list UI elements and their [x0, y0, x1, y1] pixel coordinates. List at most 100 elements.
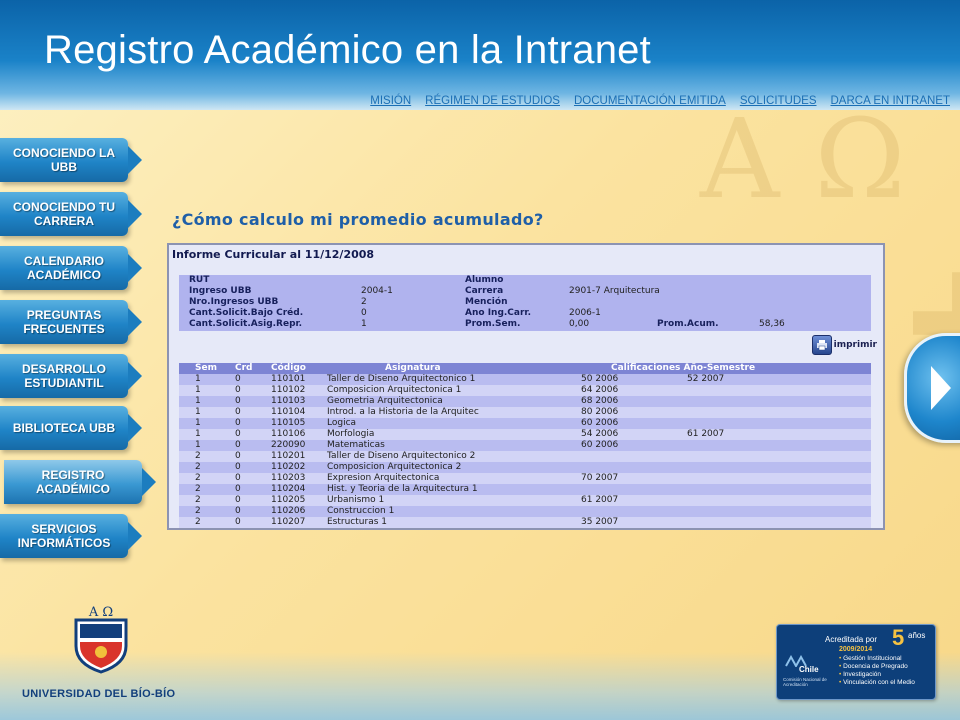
accreditation-chile: Chile: [799, 665, 819, 674]
report-title: Informe Curricular al 11/12/2008: [172, 248, 375, 261]
cell-codigo: 110203: [271, 473, 306, 483]
sidebar-item-desarrollo-estudiantil[interactable]: DESARROLLO ESTUDIANTIL: [0, 354, 142, 398]
cell-asignatura: Urbanismo 1: [327, 495, 385, 505]
alumno-label: Alumno: [465, 275, 504, 285]
table-row: 1 0 110104 Introd. a la Historia de la Arqu…: [179, 407, 871, 418]
cell-codigo: 110201: [271, 451, 306, 461]
table-row: 2 0 110205 Urbanismo 1 61 2007: [179, 495, 871, 506]
page-title: Registro Académico en la Intranet: [44, 28, 651, 72]
cell-sem: 1: [195, 429, 201, 439]
university-name: UNIVERSIDAD DEL BÍO-BÍO: [22, 688, 176, 700]
cell-sem: 1: [195, 440, 201, 450]
cell-asignatura: Matematicas: [327, 440, 385, 450]
grades-table-body: 1 0 110101 Taller de Diseno Arquitectonico …: [179, 374, 871, 528]
info-row: Ingreso UBB 2004-1 Carrera 2901-7 Arquit…: [179, 286, 871, 297]
column-header-codigo: Código: [271, 363, 306, 373]
print-button[interactable]: imprimir: [811, 335, 877, 355]
cell-codigo: 110206: [271, 506, 306, 516]
cell-calificacion-2: 52 2007: [687, 374, 725, 384]
section-question: ¿Cómo calculo mi promedio acumulado?: [172, 210, 544, 229]
header-banner: Registro Académico en la Intranet: [0, 0, 960, 110]
nav-link-mision[interactable]: MISIÓN: [370, 95, 411, 107]
accreditation-years-unit: años: [908, 631, 926, 640]
university-shield-logo: A Ω: [74, 605, 128, 674]
carrera-value: 2901-7 Arquitectura: [569, 286, 660, 296]
cell-codigo: 110106: [271, 429, 306, 439]
cell-codigo: 110104: [271, 407, 306, 417]
cell-calificacion-1: 35 2007: [581, 517, 619, 527]
sidebar-item-registro-academico[interactable]: REGISTRO ACADÉMICO: [4, 460, 156, 504]
nav-link-solicitudes[interactable]: SOLICITUDES: [740, 95, 817, 107]
cell-asignatura: Taller de Diseno Arquitectonico 2: [327, 451, 476, 461]
cell-calificacion-2: 61 2007: [687, 429, 725, 439]
cell-calificacion-1: 60 2006: [581, 440, 619, 450]
cell-sem: 1: [195, 418, 201, 428]
sidebar-item-conociendo-carrera[interactable]: CONOCIENDO TU CARRERA: [0, 192, 142, 236]
asig-repr-value: 1: [361, 319, 367, 329]
sidebar-item-preguntas-frecuentes[interactable]: PREGUNTAS FRECUENTES: [0, 300, 142, 344]
background-watermark: A Ω: [700, 95, 906, 223]
table-row: 1 0 220090 Matematicas 60 2006: [179, 440, 871, 451]
cell-codigo: 110105: [271, 418, 306, 428]
cell-calificacion-1: 64 2006: [581, 385, 619, 395]
bajo-cred-value: 0: [361, 308, 367, 318]
nav-link-documentacion-emitida[interactable]: DOCUMENTACIÓN EMITIDA: [574, 95, 726, 107]
cell-codigo: 110103: [271, 396, 306, 406]
cell-calificacion-1: 61 2007: [581, 495, 619, 505]
grades-table-header: Sem Crd Código Asignatura Calificaciones…: [179, 363, 871, 374]
cell-calificacion-1: 80 2006: [581, 407, 619, 417]
cell-sem: 1: [195, 396, 201, 406]
cell-sem: 2: [195, 495, 201, 505]
cell-crd: 0: [235, 517, 241, 527]
cell-asignatura: Hist. y Teoria de la Arquitectura 1: [327, 484, 478, 494]
sidebar-item-calendario-academico[interactable]: CALENDARIO ACADÉMICO: [0, 246, 142, 290]
nav-link-darca-intranet[interactable]: DARCA EN INTRANET: [831, 95, 951, 107]
table-row: 2 0 110202 Composicion Arquitectonica 2: [179, 462, 871, 473]
cell-crd: 0: [235, 473, 241, 483]
table-row: 2 0 110203 Expresion Arquitectonica 70 2007: [179, 473, 871, 484]
table-row: 1 0 110106 Morfologia 54 2006 61 2007: [179, 429, 871, 440]
accreditation-years-number: 5: [892, 625, 905, 650]
top-navigation: MISIÓN RÉGIMEN DE ESTUDIOS DOCUMENTACIÓN…: [370, 95, 950, 107]
sidebar-item-biblioteca-ubb[interactable]: BIBLIOTECA UBB: [0, 406, 142, 450]
bajo-cred-label: Cant.Solicit.Bajo Créd.: [189, 308, 304, 318]
table-row: 1 0 110103 Geometria Arquitectonica 68 2006: [179, 396, 871, 407]
table-row: 2 0 110206 Construccion 1: [179, 506, 871, 517]
cell-sem: 2: [195, 506, 201, 516]
sidebar-item-conociendo-ubb[interactable]: CONOCIENDO LA UBB: [0, 138, 142, 182]
column-header-asignatura: Asignatura: [385, 363, 441, 373]
column-header-calificaciones: Calificaciones Año-Semestre: [611, 363, 756, 373]
cell-asignatura: Composicion Arquitectonica 1: [327, 385, 462, 395]
print-label: imprimir: [833, 340, 877, 350]
cell-crd: 0: [235, 495, 241, 505]
info-row: RUT Alumno: [179, 275, 871, 286]
info-row: Cant.Solicit.Bajo Créd. 0 Ano Ing.Carr. …: [179, 308, 871, 319]
accreditation-period: 2009/2014: [839, 646, 873, 653]
sidebar-item-servicios-informaticos[interactable]: SERVICIOS INFORMÁTICOS: [0, 514, 142, 558]
cell-calificacion-1: 60 2006: [581, 418, 619, 428]
nro-ingresos-label: Nro.Ingresos UBB: [189, 297, 279, 307]
cell-calificacion-1: 54 2006: [581, 429, 619, 439]
cell-codigo: 110102: [271, 385, 306, 395]
cell-crd: 0: [235, 440, 241, 450]
info-row: Nro.Ingresos UBB 2 Mención: [179, 297, 871, 308]
cell-sem: 2: [195, 517, 201, 527]
accreditation-area: Vinculación con el Medio: [839, 679, 915, 687]
cell-codigo: 110202: [271, 462, 306, 472]
accreditation-area: Docencia de Pregrado: [839, 663, 915, 671]
nav-link-regimen-estudios[interactable]: RÉGIMEN DE ESTUDIOS: [425, 95, 560, 107]
info-row: Cant.Solicit.Asig.Repr. 1 Prom.Sem. 0,00…: [179, 319, 871, 330]
cell-calificacion-1: 50 2006: [581, 374, 619, 384]
accreditation-areas: Gestión Institucional Docencia de Pregra…: [839, 655, 915, 687]
student-info-panel: RUT Alumno Ingreso UBB 2004-1 Carrera 29…: [179, 275, 871, 331]
cell-calificacion-1: 68 2006: [581, 396, 619, 406]
cell-crd: 0: [235, 407, 241, 417]
cell-crd: 0: [235, 418, 241, 428]
cell-sem: 1: [195, 385, 201, 395]
cell-asignatura: Logica: [327, 418, 357, 428]
accreditation-area: Gestión Institucional: [839, 655, 915, 663]
grades-table: Sem Crd Código Asignatura Calificaciones…: [179, 363, 871, 528]
accreditation-commission: Comisión Nacional de Acreditación: [783, 677, 827, 687]
cell-calificacion-1: 70 2007: [581, 473, 619, 483]
next-slide-button[interactable]: [904, 333, 960, 443]
